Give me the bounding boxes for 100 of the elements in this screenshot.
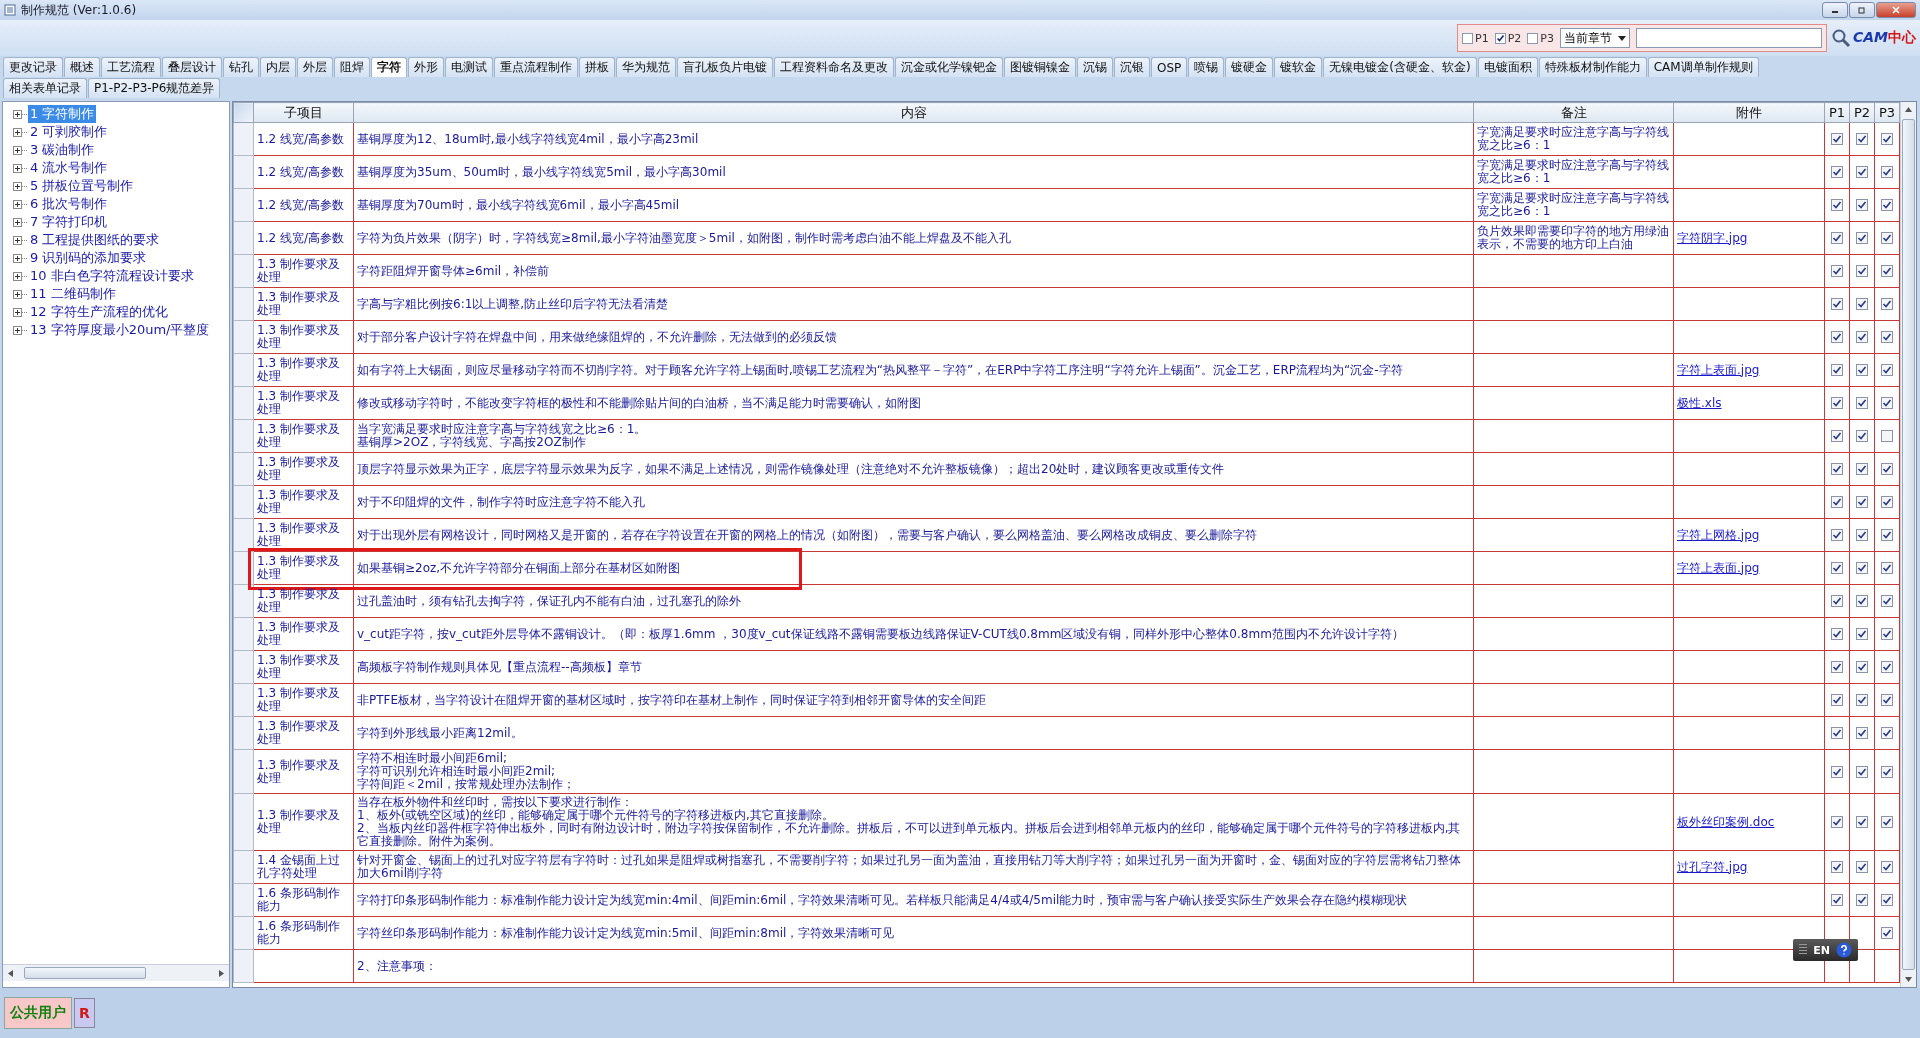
checkbox[interactable] [1856, 861, 1868, 873]
tree-item[interactable]: 12 字符生产流程的优化 [28, 303, 170, 321]
checkbox[interactable] [1831, 232, 1843, 244]
tab[interactable]: 盲孔板负片电镀 [677, 57, 773, 77]
checkbox[interactable] [1856, 694, 1868, 706]
checkbox[interactable] [1856, 595, 1868, 607]
checkbox[interactable] [1856, 331, 1868, 343]
checkbox[interactable] [1856, 397, 1868, 409]
checkbox[interactable] [1831, 529, 1843, 541]
tab[interactable]: 沉银 [1114, 57, 1150, 77]
checkbox[interactable] [1856, 894, 1868, 906]
checkbox[interactable] [1831, 430, 1843, 442]
minimize-button[interactable] [1822, 2, 1848, 18]
tab[interactable]: 喷锡 [1188, 57, 1225, 77]
arrow-right-icon[interactable] [219, 969, 224, 977]
checkbox[interactable] [1856, 628, 1868, 640]
checkbox[interactable] [1881, 199, 1893, 211]
column-header[interactable]: 备注 [1473, 102, 1674, 123]
checkbox-label[interactable]: P3 [1540, 31, 1554, 45]
checkbox[interactable] [1881, 595, 1893, 607]
checkbox[interactable] [1856, 364, 1868, 376]
column-header[interactable]: 内容 [353, 102, 1474, 123]
tab[interactable]: 工艺流程 [101, 57, 161, 77]
checkbox[interactable] [1831, 595, 1843, 607]
checkbox[interactable] [1881, 265, 1893, 277]
checkbox-label[interactable]: P1 [1475, 31, 1489, 45]
checkbox[interactable] [1856, 496, 1868, 508]
checkbox[interactable] [1831, 265, 1843, 277]
checkbox[interactable] [1856, 463, 1868, 475]
tab[interactable]: 镀软金 [1274, 57, 1323, 77]
checkbox[interactable] [1856, 816, 1868, 828]
checkbox[interactable] [1881, 364, 1893, 376]
checkbox[interactable] [1856, 430, 1868, 442]
tab[interactable]: 拼板 [579, 57, 615, 77]
checkbox[interactable] [1831, 727, 1843, 739]
tab[interactable]: 工程资料命名及更改 [774, 57, 894, 77]
expand-icon[interactable] [13, 325, 22, 335]
checkbox[interactable] [1831, 199, 1843, 211]
checkbox[interactable] [1881, 765, 1893, 778]
tab[interactable]: 叠层设计 [162, 57, 222, 77]
expand-icon[interactable] [13, 163, 22, 173]
expand-icon[interactable] [13, 109, 22, 119]
expand-icon[interactable] [13, 217, 22, 227]
column-header[interactable]: P1 [1824, 102, 1850, 123]
column-header[interactable]: 子项目 [253, 102, 354, 123]
tab[interactable]: 更改记录 [3, 57, 63, 77]
checkbox[interactable] [1881, 496, 1893, 508]
checkbox[interactable] [1831, 331, 1843, 343]
tree-item[interactable]: 4 流水号制作 [28, 159, 110, 177]
checkbox[interactable] [1856, 133, 1868, 145]
checkbox[interactable] [1831, 894, 1843, 906]
language-indicator[interactable]: EN [1813, 943, 1830, 957]
checkbox[interactable] [1831, 628, 1843, 640]
tab[interactable]: 外形 [408, 57, 444, 77]
column-header[interactable]: P2 [1849, 102, 1875, 123]
checkbox[interactable] [1831, 364, 1843, 376]
checkbox[interactable] [1856, 562, 1868, 574]
checkbox[interactable] [1881, 166, 1893, 178]
expand-icon[interactable] [13, 289, 22, 299]
checkbox[interactable] [1881, 694, 1893, 706]
tab[interactable]: CAM调单制作规则 [1647, 57, 1759, 77]
tab[interactable]: 华为规范 [616, 57, 676, 77]
expand-icon[interactable] [13, 145, 22, 155]
checkbox[interactable] [1831, 562, 1843, 574]
checkbox[interactable] [1881, 430, 1893, 442]
checkbox[interactable] [1881, 816, 1893, 828]
checkbox[interactable] [1856, 661, 1868, 673]
checkbox[interactable] [1831, 661, 1843, 673]
tab[interactable]: 重点流程制作 [494, 57, 578, 77]
checkbox[interactable] [1881, 661, 1893, 673]
checkbox[interactable] [1881, 331, 1893, 343]
tab[interactable]: 阻焊 [334, 57, 370, 77]
scrollbar[interactable] [1900, 102, 1916, 987]
attachment-link[interactable]: 板外丝印案例.doc [1677, 814, 1775, 829]
arrow-left-icon[interactable] [8, 969, 13, 977]
checkbox[interactable] [1831, 694, 1843, 706]
checkbox[interactable] [1831, 133, 1843, 145]
tab[interactable]: 沉金或化学镍钯金 [895, 57, 1003, 77]
column-header[interactable]: P3 [1874, 102, 1900, 123]
tab[interactable]: P1-P2-P3-P6规范差异 [88, 78, 221, 98]
checkbox[interactable] [1856, 765, 1868, 778]
tab[interactable]: OSP [1151, 57, 1188, 77]
checkbox[interactable] [1831, 397, 1843, 409]
expand-icon[interactable] [13, 235, 22, 245]
tab[interactable]: 镀硬金 [1225, 57, 1274, 77]
checkbox[interactable] [1881, 727, 1893, 739]
checkbox[interactable] [1856, 529, 1868, 541]
checkbox[interactable] [1856, 265, 1868, 277]
search-field[interactable] [1635, 28, 1822, 48]
checkbox[interactable] [1881, 927, 1893, 939]
checkbox[interactable] [1881, 562, 1893, 574]
tree-item[interactable]: 2 可剥胶制作 [28, 123, 110, 141]
search-icon[interactable] [1830, 28, 1851, 48]
checkbox[interactable] [1881, 232, 1893, 244]
tab[interactable]: 内层 [260, 57, 296, 77]
expand-icon[interactable] [13, 271, 22, 281]
scope-dropdown[interactable]: 当前章节 [1559, 28, 1630, 48]
tab[interactable]: 沉锡 [1077, 57, 1113, 77]
help-icon[interactable] [1836, 942, 1852, 958]
checkbox[interactable] [1881, 133, 1893, 145]
